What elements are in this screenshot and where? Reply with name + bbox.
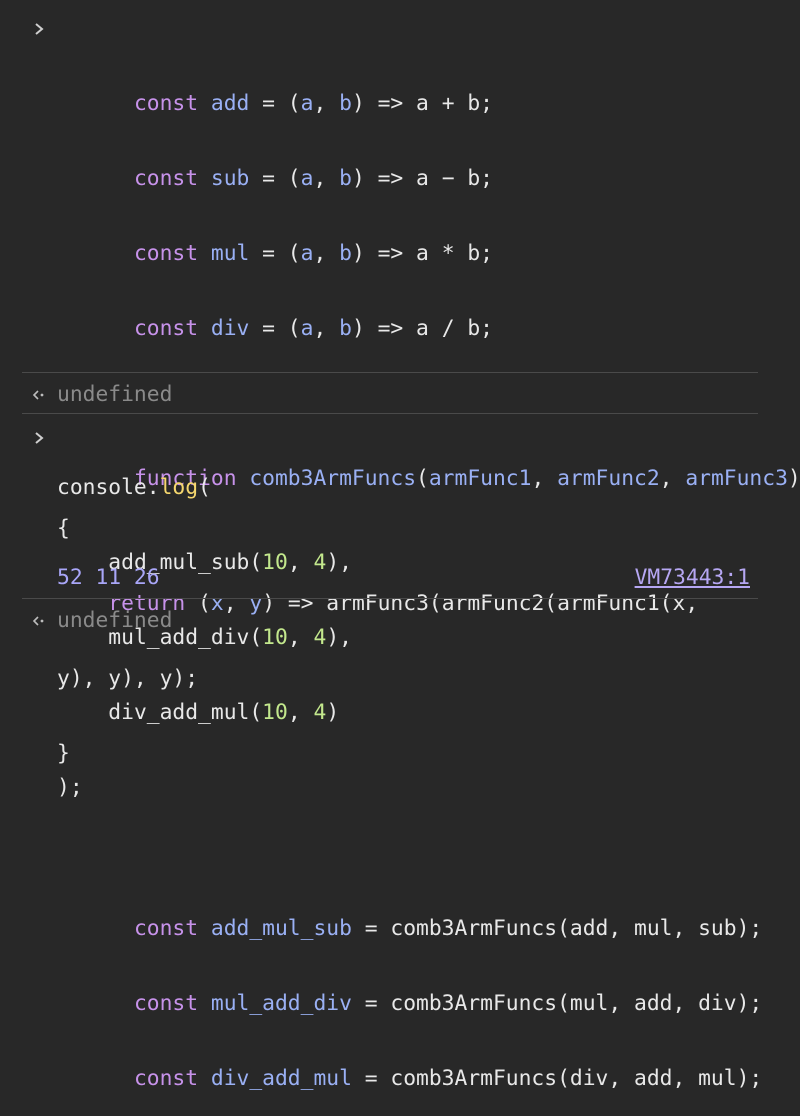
chevron-right-icon [31,425,47,450]
code-line: const mul = (a, b) => a * b; [133,241,493,266]
return-arrow-icon [31,608,47,633]
chevron-right-icon [31,16,47,41]
code-line: const add = (a, b) => a + b; [133,91,493,116]
code-line: ); [57,775,83,800]
source-link[interactable]: VM73443:1 [635,565,750,590]
divider [22,372,758,373]
code-block[interactable]: console.log( add_mul_sub(10, 4), mul_add… [57,425,352,850]
divider [22,413,758,414]
code-line: const div = (a, b) => a / b; [133,316,493,341]
code-line: div_add_mul(10, 4) [108,700,340,725]
code-line: const div_add_mul = comb3ArmFuncs(div, a… [133,1066,763,1091]
code-line: const mul_add_div = comb3ArmFuncs(mul, a… [133,991,763,1016]
code-line: const sub = (a, b) => a − b; [133,166,493,191]
code-line: console.log( [57,475,211,500]
return-arrow-icon [31,382,47,407]
log-output-values: 52 11 26 [57,565,160,590]
divider [22,598,758,599]
result-value: undefined [57,382,173,407]
code-line: const add_mul_sub = comb3ArmFuncs(add, m… [133,916,763,941]
result-value: undefined [57,608,173,633]
